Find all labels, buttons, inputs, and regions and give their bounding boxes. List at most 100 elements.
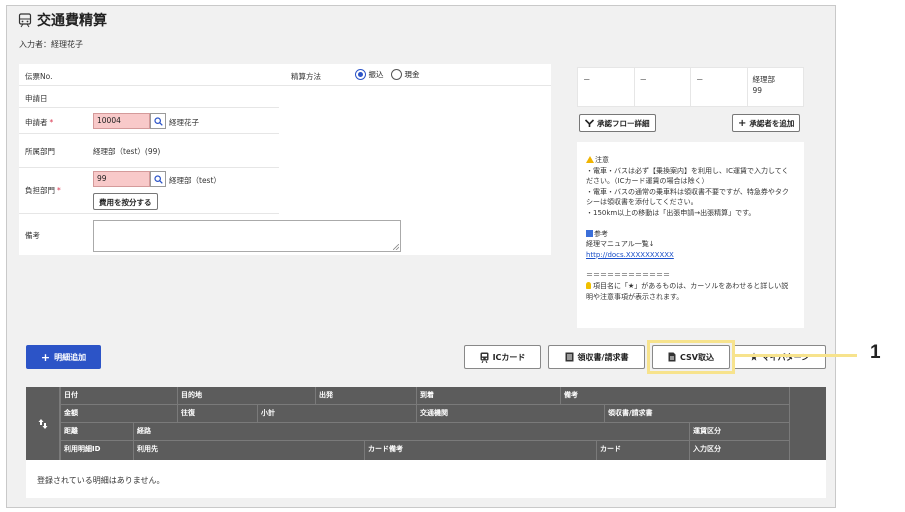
detail-table-header: 日付 目的地 出発 到着 備考 金額 往復 小計 交通機関 領収書/請求書 距離… [26, 387, 826, 460]
dept-row: 所属部門 経理部（test）(99) [19, 134, 279, 168]
col-destination: 目的地 [177, 387, 315, 405]
add-detail-button[interactable]: + 明細追加 [26, 345, 101, 369]
col-input-type: 入力区分 [689, 441, 789, 460]
search-icon [153, 116, 163, 126]
plus-icon: + [738, 117, 747, 129]
memo-label: 備考 [25, 231, 40, 240]
col-round-trip: 往復 [177, 405, 257, 423]
my-pattern-button[interactable]: マイパターン [733, 345, 826, 369]
col-amount: 金額 [60, 405, 177, 423]
applicant-label-text: 申請者 [25, 118, 48, 127]
receipt-label: 領収書/請求書 [577, 352, 629, 362]
applicant-code-input[interactable]: 10004 [93, 113, 150, 129]
notice-panel: 注意 ・電車・バスは必ず【乗換案内】を利用し、IC運賃で入力してください。（IC… [577, 142, 804, 328]
detail-table-empty: 登録されている明細はありません。 [26, 460, 826, 498]
col-arrival: 到着 [416, 387, 560, 405]
dept-value: 経理部（test）(99) [93, 147, 161, 156]
col-transport: 交通機関 [416, 405, 604, 423]
separator-text: ＝＝＝＝＝＝＝＝＝＝＝＝ [586, 271, 670, 280]
method-radio-transfer[interactable]: 振込 [355, 69, 384, 80]
col-date: 日付 [60, 387, 177, 405]
col-subtotal: 小計 [257, 405, 416, 423]
page-header: 交通費精算 [18, 10, 107, 30]
method-radio-cash[interactable]: 現金 [391, 69, 420, 80]
slip-no-row: 伝票No. 精算方法 振込 現金 [19, 64, 551, 86]
col-usage-id: 利用明細ID [60, 441, 133, 460]
sort-toggle[interactable] [26, 387, 60, 460]
split-cost-button[interactable]: 費用を按分する [93, 193, 158, 210]
col-fare-type: 運賃区分 [689, 423, 789, 441]
receipt-icon [565, 352, 574, 362]
approver-cell-1: － [578, 68, 635, 106]
flow-icon [585, 119, 594, 127]
approval-flow-detail-label: 承認フロー詳細 [597, 118, 650, 128]
burden-code-input[interactable]: 99 [93, 171, 150, 187]
plus-icon: + [40, 350, 51, 364]
caution-title-text: 注意 [595, 156, 609, 164]
search-icon [153, 174, 163, 184]
train-icon [480, 352, 489, 363]
radio-selected-icon [355, 69, 366, 80]
col-receipt: 領収書/請求書 [604, 405, 789, 423]
memo-textarea[interactable] [93, 220, 401, 252]
applicant-label: 申請者 * [25, 117, 53, 128]
approver-grid: － － － 経理部 99 [577, 67, 804, 107]
receipt-button[interactable]: 領収書/請求書 [548, 345, 645, 369]
warning-icon [586, 156, 594, 163]
tip-text-body: 項目名に「★」があるものは、カーソルをあわせると詳しい説明や注意事項が表示されま… [586, 281, 789, 301]
col-note: 備考 [560, 387, 789, 405]
add-approver-label: 承認者を追加 [749, 118, 795, 128]
applicant-name: 経理花子 [169, 118, 199, 127]
caution-line-2: ・電車・バスの通常の乗車料は領収書不要ですが、特急券やタクシーは領収書を添付して… [586, 187, 789, 207]
tip-text: 項目名に「★」があるものは、カーソルをあわせると詳しい説明や注意事項が表示されま… [586, 281, 795, 302]
callout-highlight-box [647, 340, 735, 374]
slip-no-label: 伝票No. [25, 72, 53, 81]
resize-handle-icon [393, 244, 399, 250]
add-approver-button[interactable]: + 承認者を追加 [732, 114, 801, 132]
callout-line [735, 354, 857, 357]
method-label: 精算方法 [291, 72, 321, 81]
approver-cell-4: 経理部 99 [752, 75, 776, 95]
method-option-cash: 現金 [404, 70, 420, 79]
apply-date-row: 申請日 [19, 86, 279, 108]
lightbulb-icon [586, 281, 591, 289]
caution-line-3: ・150km以上の移動は「出張申請→出張精算」です。 [586, 208, 756, 217]
page-title: 交通費精算 [37, 13, 107, 29]
method-option-transfer: 振込 [368, 70, 384, 79]
ic-card-label: ICカード [492, 352, 526, 362]
reference-text: 経理マニュアル一覧↓ [586, 240, 655, 249]
approval-flow-detail-button[interactable]: 承認フロー詳細 [579, 114, 656, 132]
entrant-label: 入力者：経理花子 [19, 40, 83, 49]
col-route: 経路 [133, 423, 689, 441]
burden-label-text: 負担部門 [25, 186, 55, 195]
sort-arrows-icon [38, 418, 47, 429]
col-card-note: カード備考 [364, 441, 596, 460]
burden-dept-row: 負担部門 * 99 経理部（test） 費用を按分する [19, 168, 279, 214]
col-departure: 出発 [315, 387, 416, 405]
caution-line-1: ・電車・バスは必ず【乗換案内】を利用し、IC運賃で入力してください。（ICカード… [586, 166, 789, 186]
info-icon [586, 229, 593, 237]
header-end-column [789, 387, 826, 460]
burden-name: 経理部（test） [169, 176, 221, 185]
approver-cell-3: － [691, 68, 748, 106]
burden-search-button[interactable] [150, 171, 166, 187]
approver-cell-2: － [635, 68, 691, 106]
required-mark: * [49, 118, 54, 127]
radio-unselected-icon [391, 69, 402, 80]
col-card: カード [596, 441, 689, 460]
caution-title: 注意 [586, 155, 795, 166]
applicant-search-button[interactable] [150, 113, 166, 129]
ic-card-button[interactable]: ICカード [464, 345, 541, 369]
apply-date-label: 申請日 [25, 94, 48, 103]
dept-label: 所属部門 [25, 147, 55, 156]
col-usage-place: 利用先 [133, 441, 364, 460]
burden-label: 負担部門 * [25, 185, 61, 196]
reference-title-text: 参考 [594, 229, 608, 238]
add-detail-label: 明細追加 [54, 352, 87, 362]
required-mark: * [57, 186, 61, 195]
train-icon [18, 12, 32, 27]
manual-link[interactable]: http://docs.XXXXXXXXXX [586, 250, 795, 261]
reference-title: 参考 [586, 229, 795, 240]
